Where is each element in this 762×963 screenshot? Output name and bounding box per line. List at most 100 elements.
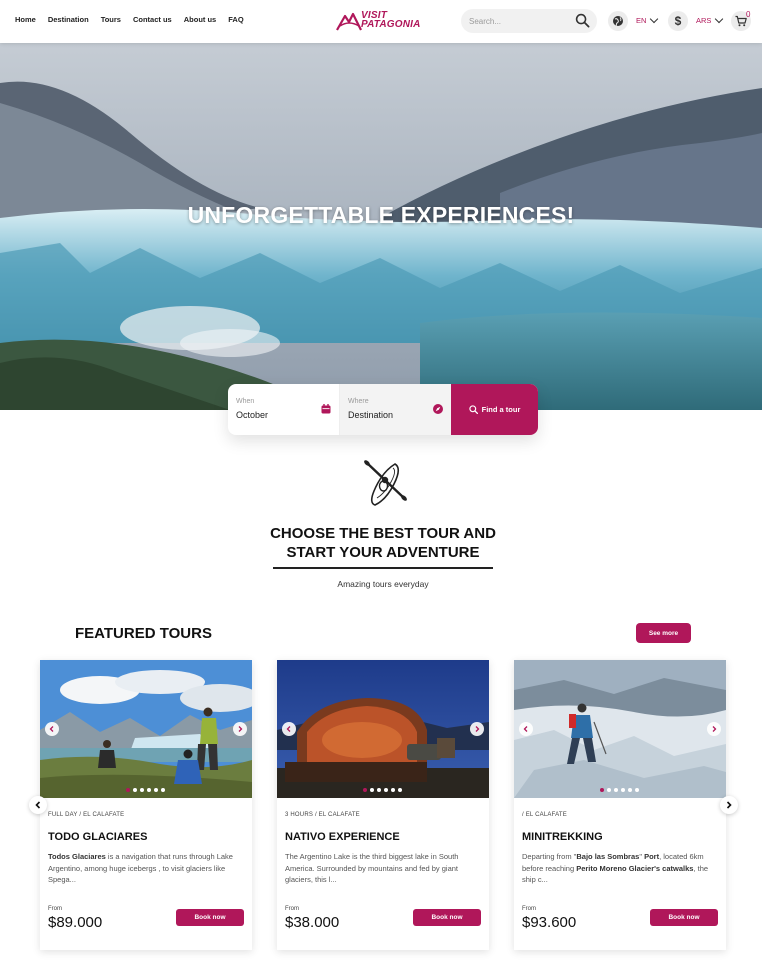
intro-title: CHOOSE THE BEST TOUR AND START YOUR ADVE… xyxy=(230,524,536,562)
where-field[interactable]: Where Destination xyxy=(340,384,451,435)
nav-home[interactable]: Home xyxy=(15,15,36,24)
pagination-dot[interactable] xyxy=(370,788,374,792)
globe-button[interactable] xyxy=(608,11,628,31)
chevron-right-icon xyxy=(726,801,732,809)
compass-icon xyxy=(433,404,443,414)
pagination-dot[interactable] xyxy=(607,788,611,792)
tour-card-image xyxy=(277,660,489,798)
tour-meta: 3 HOURS / EL CALAFATE xyxy=(285,812,360,818)
book-now-button[interactable]: Book now xyxy=(176,909,244,926)
carousel-next-button[interactable] xyxy=(720,796,738,814)
tour-price: $89.000 xyxy=(48,914,103,931)
pagination-dot[interactable] xyxy=(140,788,144,792)
featured-tours-title: FEATURED TOURS xyxy=(75,625,212,642)
hero-title: UNFORGETTABLE EXPERIENCES! xyxy=(187,202,575,228)
intro-title-line-1: CHOOSE THE BEST TOUR AND xyxy=(270,525,496,542)
pagination-dot[interactable] xyxy=(600,788,604,792)
chevron-left-icon xyxy=(286,726,291,732)
book-now-button[interactable]: Book now xyxy=(413,909,481,926)
see-more-button[interactable]: See more xyxy=(636,623,691,643)
image-pagination xyxy=(363,788,402,792)
pagination-dot[interactable] xyxy=(154,788,158,792)
nav-faq[interactable]: FAQ xyxy=(228,15,243,24)
tour-card[interactable]: FULL DAY / EL CALAFATE TODO GLACIARES To… xyxy=(40,660,252,950)
image-prev-button[interactable] xyxy=(519,722,533,736)
intro-title-line-2: START YOUR ADVENTURE xyxy=(286,544,480,561)
search-icon xyxy=(468,405,478,414)
tour-title[interactable]: NATIVO EXPERIENCE xyxy=(285,831,400,843)
tour-title[interactable]: TODO GLACIARES xyxy=(48,831,147,843)
dollar-icon: $ xyxy=(674,14,682,28)
search-icon[interactable] xyxy=(575,13,590,28)
tour-price: $93.600 xyxy=(522,914,577,931)
desc-highlight: Bajo las Sombras xyxy=(576,852,640,861)
chevron-right-icon xyxy=(238,726,243,732)
find-tour-button[interactable]: Find a tour xyxy=(451,384,538,435)
site-logo[interactable]: VISIT PATAGONIA xyxy=(336,9,432,33)
price-from-label: From xyxy=(48,906,62,912)
when-label: When xyxy=(236,398,255,405)
image-next-button[interactable] xyxy=(470,722,484,736)
image-next-button[interactable] xyxy=(233,722,247,736)
globe-icon xyxy=(613,16,623,26)
pagination-dot[interactable] xyxy=(133,788,137,792)
title-divider xyxy=(273,567,493,569)
tour-search-bar: When October Where Destination Find a to… xyxy=(228,384,538,435)
chevron-right-icon xyxy=(475,726,480,732)
intro-subtitle: Amazing tours everyday xyxy=(337,579,429,589)
pagination-dot[interactable] xyxy=(628,788,632,792)
cart-count-badge: 0 xyxy=(746,10,751,19)
desc-highlight: Perito Moreno Glacier's catwalks xyxy=(576,863,694,873)
desc-highlight: Port xyxy=(644,852,660,861)
image-prev-button[interactable] xyxy=(282,722,296,736)
chevron-down-icon xyxy=(650,14,659,24)
when-field[interactable]: When October xyxy=(228,384,339,435)
ice-trekking-photo xyxy=(514,660,726,798)
tour-price: $38.000 xyxy=(285,914,340,931)
tour-title[interactable]: MINITREKKING xyxy=(522,831,603,843)
pagination-dot[interactable] xyxy=(614,788,618,792)
currency-value: ARS xyxy=(696,16,712,25)
chevron-left-icon xyxy=(523,726,528,732)
carousel-prev-button[interactable] xyxy=(29,796,47,814)
pagination-dot[interactable] xyxy=(126,788,130,792)
search-input[interactable] xyxy=(469,13,569,29)
currency-select[interactable]: ARS xyxy=(696,14,724,25)
currency-button[interactable]: $ xyxy=(668,11,688,31)
tour-card[interactable]: 3 HOURS / EL CALAFATE NATIVO EXPERIENCE … xyxy=(277,660,489,950)
hero-banner: UNFORGETTABLE EXPERIENCES! xyxy=(0,43,762,410)
image-pagination xyxy=(600,788,639,792)
tour-card[interactable]: / EL CALAFATE MINITREKKING Departing fro… xyxy=(514,660,726,950)
logo-line-2: PATAGONIA xyxy=(361,19,421,30)
tour-card-image xyxy=(40,660,252,798)
nav-tours[interactable]: Tours xyxy=(101,15,121,24)
price-from-label: From xyxy=(285,906,299,912)
language-select[interactable]: EN xyxy=(636,14,659,25)
calendar-icon xyxy=(321,404,331,414)
pagination-dot[interactable] xyxy=(161,788,165,792)
pagination-dot[interactable] xyxy=(391,788,395,792)
book-now-button[interactable]: Book now xyxy=(650,909,718,926)
pagination-dot[interactable] xyxy=(384,788,388,792)
nav-destination[interactable]: Destination xyxy=(48,15,89,24)
tour-meta: / EL CALAFATE xyxy=(522,812,567,818)
tour-description: Departing from "Bajo las Sombras" Port, … xyxy=(522,851,718,886)
image-next-button[interactable] xyxy=(707,722,721,736)
chevron-down-icon xyxy=(715,14,724,24)
nav-about-us[interactable]: About us xyxy=(184,15,217,24)
pagination-dot[interactable] xyxy=(635,788,639,792)
pagination-dot[interactable] xyxy=(377,788,381,792)
pagination-dot[interactable] xyxy=(621,788,625,792)
tour-description: Todos Glaciares is a navigation that run… xyxy=(48,851,244,886)
main-nav: Home Destination Tours Contact us About … xyxy=(15,15,244,24)
tour-card-image xyxy=(514,660,726,798)
pagination-dot[interactable] xyxy=(363,788,367,792)
nav-contact-us[interactable]: Contact us xyxy=(133,15,172,24)
pagination-dot[interactable] xyxy=(398,788,402,792)
chevron-left-icon xyxy=(35,801,41,809)
chevron-left-icon xyxy=(49,726,54,732)
find-tour-label: Find a tour xyxy=(481,405,521,414)
image-prev-button[interactable] xyxy=(45,722,59,736)
pagination-dot[interactable] xyxy=(147,788,151,792)
tour-description: The Argentino Lake is the third biggest … xyxy=(285,852,459,884)
